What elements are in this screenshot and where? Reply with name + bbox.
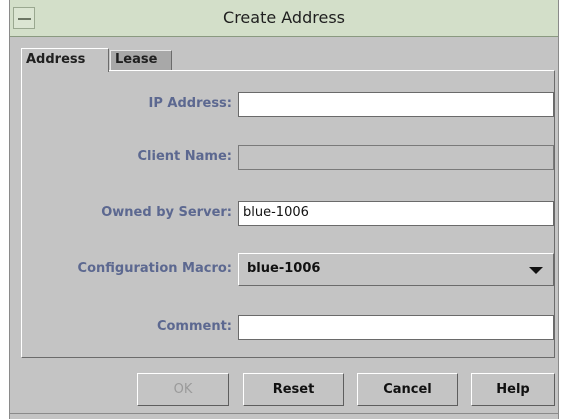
create-address-dialog: Create Address Address Lease IP Address:… xyxy=(9,0,559,419)
tab-address[interactable]: Address xyxy=(21,48,109,72)
tab-lease[interactable]: Lease xyxy=(110,50,172,71)
title-bar[interactable]: Create Address xyxy=(10,0,558,37)
comment-field[interactable] xyxy=(238,315,554,340)
address-panel: IP Address: Client Name: Owned by Server… xyxy=(21,70,555,358)
ip-address-field[interactable] xyxy=(238,92,554,117)
configuration-macro-select[interactable]: blue-1006 xyxy=(238,253,554,286)
client-name-label: Client Name: xyxy=(137,149,232,164)
client-name-field xyxy=(238,145,554,170)
configuration-macro-label: Configuration Macro: xyxy=(77,261,232,276)
window-title: Create Address xyxy=(223,8,345,27)
chevron-down-icon[interactable] xyxy=(529,267,543,274)
ip-address-label: IP Address: xyxy=(148,96,232,111)
ok-button[interactable]: OK xyxy=(137,373,229,406)
window-bottom-edge xyxy=(10,413,558,414)
help-button[interactable]: Help xyxy=(471,373,555,406)
reset-button[interactable]: Reset xyxy=(243,373,344,406)
cancel-button[interactable]: Cancel xyxy=(357,373,458,406)
comment-label: Comment: xyxy=(156,319,232,334)
owned-by-server-label: Owned by Server: xyxy=(101,205,232,220)
configuration-macro-value: blue-1006 xyxy=(247,261,321,276)
owned-by-server-field[interactable]: blue-1006 xyxy=(238,201,554,226)
